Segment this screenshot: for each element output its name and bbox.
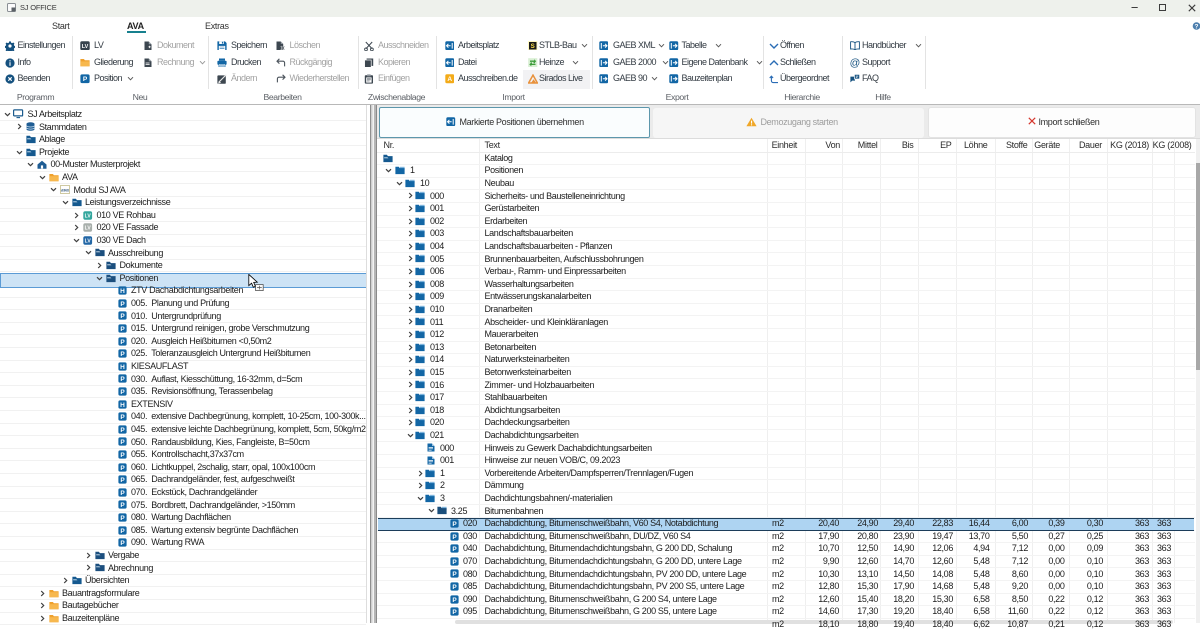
svg-text:P: P — [452, 521, 457, 528]
svg-text:P: P — [452, 533, 457, 540]
svg-text:P: P — [120, 502, 125, 509]
svg-text:P: P — [120, 540, 125, 547]
svg-text:P: P — [120, 313, 125, 320]
svg-text:P: P — [120, 439, 125, 446]
svg-text:P: P — [120, 389, 125, 396]
svg-text:LV: LV — [85, 213, 92, 219]
svg-text:P: P — [120, 326, 125, 333]
svg-text:LV: LV — [85, 238, 92, 244]
svg-text:P: P — [452, 584, 457, 591]
svg-text:P: P — [120, 426, 125, 433]
svg-text:P: P — [120, 376, 125, 383]
svg-text:LV: LV — [82, 44, 89, 50]
svg-text:P: P — [120, 300, 125, 307]
svg-text:P: P — [120, 489, 125, 496]
svg-text:A: A — [447, 76, 452, 83]
svg-text:H: H — [120, 401, 125, 408]
svg-text:P: P — [452, 546, 457, 553]
svg-text:P: P — [452, 609, 457, 616]
svg-text:P: P — [452, 571, 457, 578]
svg-text:P: P — [120, 527, 125, 534]
svg-text:P: P — [120, 414, 125, 421]
svg-text:P: P — [120, 452, 125, 459]
svg-text:P: P — [120, 338, 125, 345]
svg-text:P: P — [83, 76, 88, 83]
svg-text:H: H — [120, 363, 125, 370]
svg-text:H: H — [120, 288, 125, 295]
svg-text:P: P — [120, 515, 125, 522]
svg-text:?: ? — [1195, 24, 1199, 30]
svg-text:P: P — [452, 559, 457, 566]
svg-text:P: P — [452, 596, 457, 603]
svg-text:S: S — [531, 43, 535, 50]
svg-text:P: P — [120, 477, 125, 484]
svg-text:@: @ — [850, 57, 860, 68]
svg-text:P: P — [120, 351, 125, 358]
svg-text:P: P — [120, 464, 125, 471]
svg-text:LV: LV — [85, 226, 92, 232]
svg-text:ava: ava — [61, 188, 69, 193]
